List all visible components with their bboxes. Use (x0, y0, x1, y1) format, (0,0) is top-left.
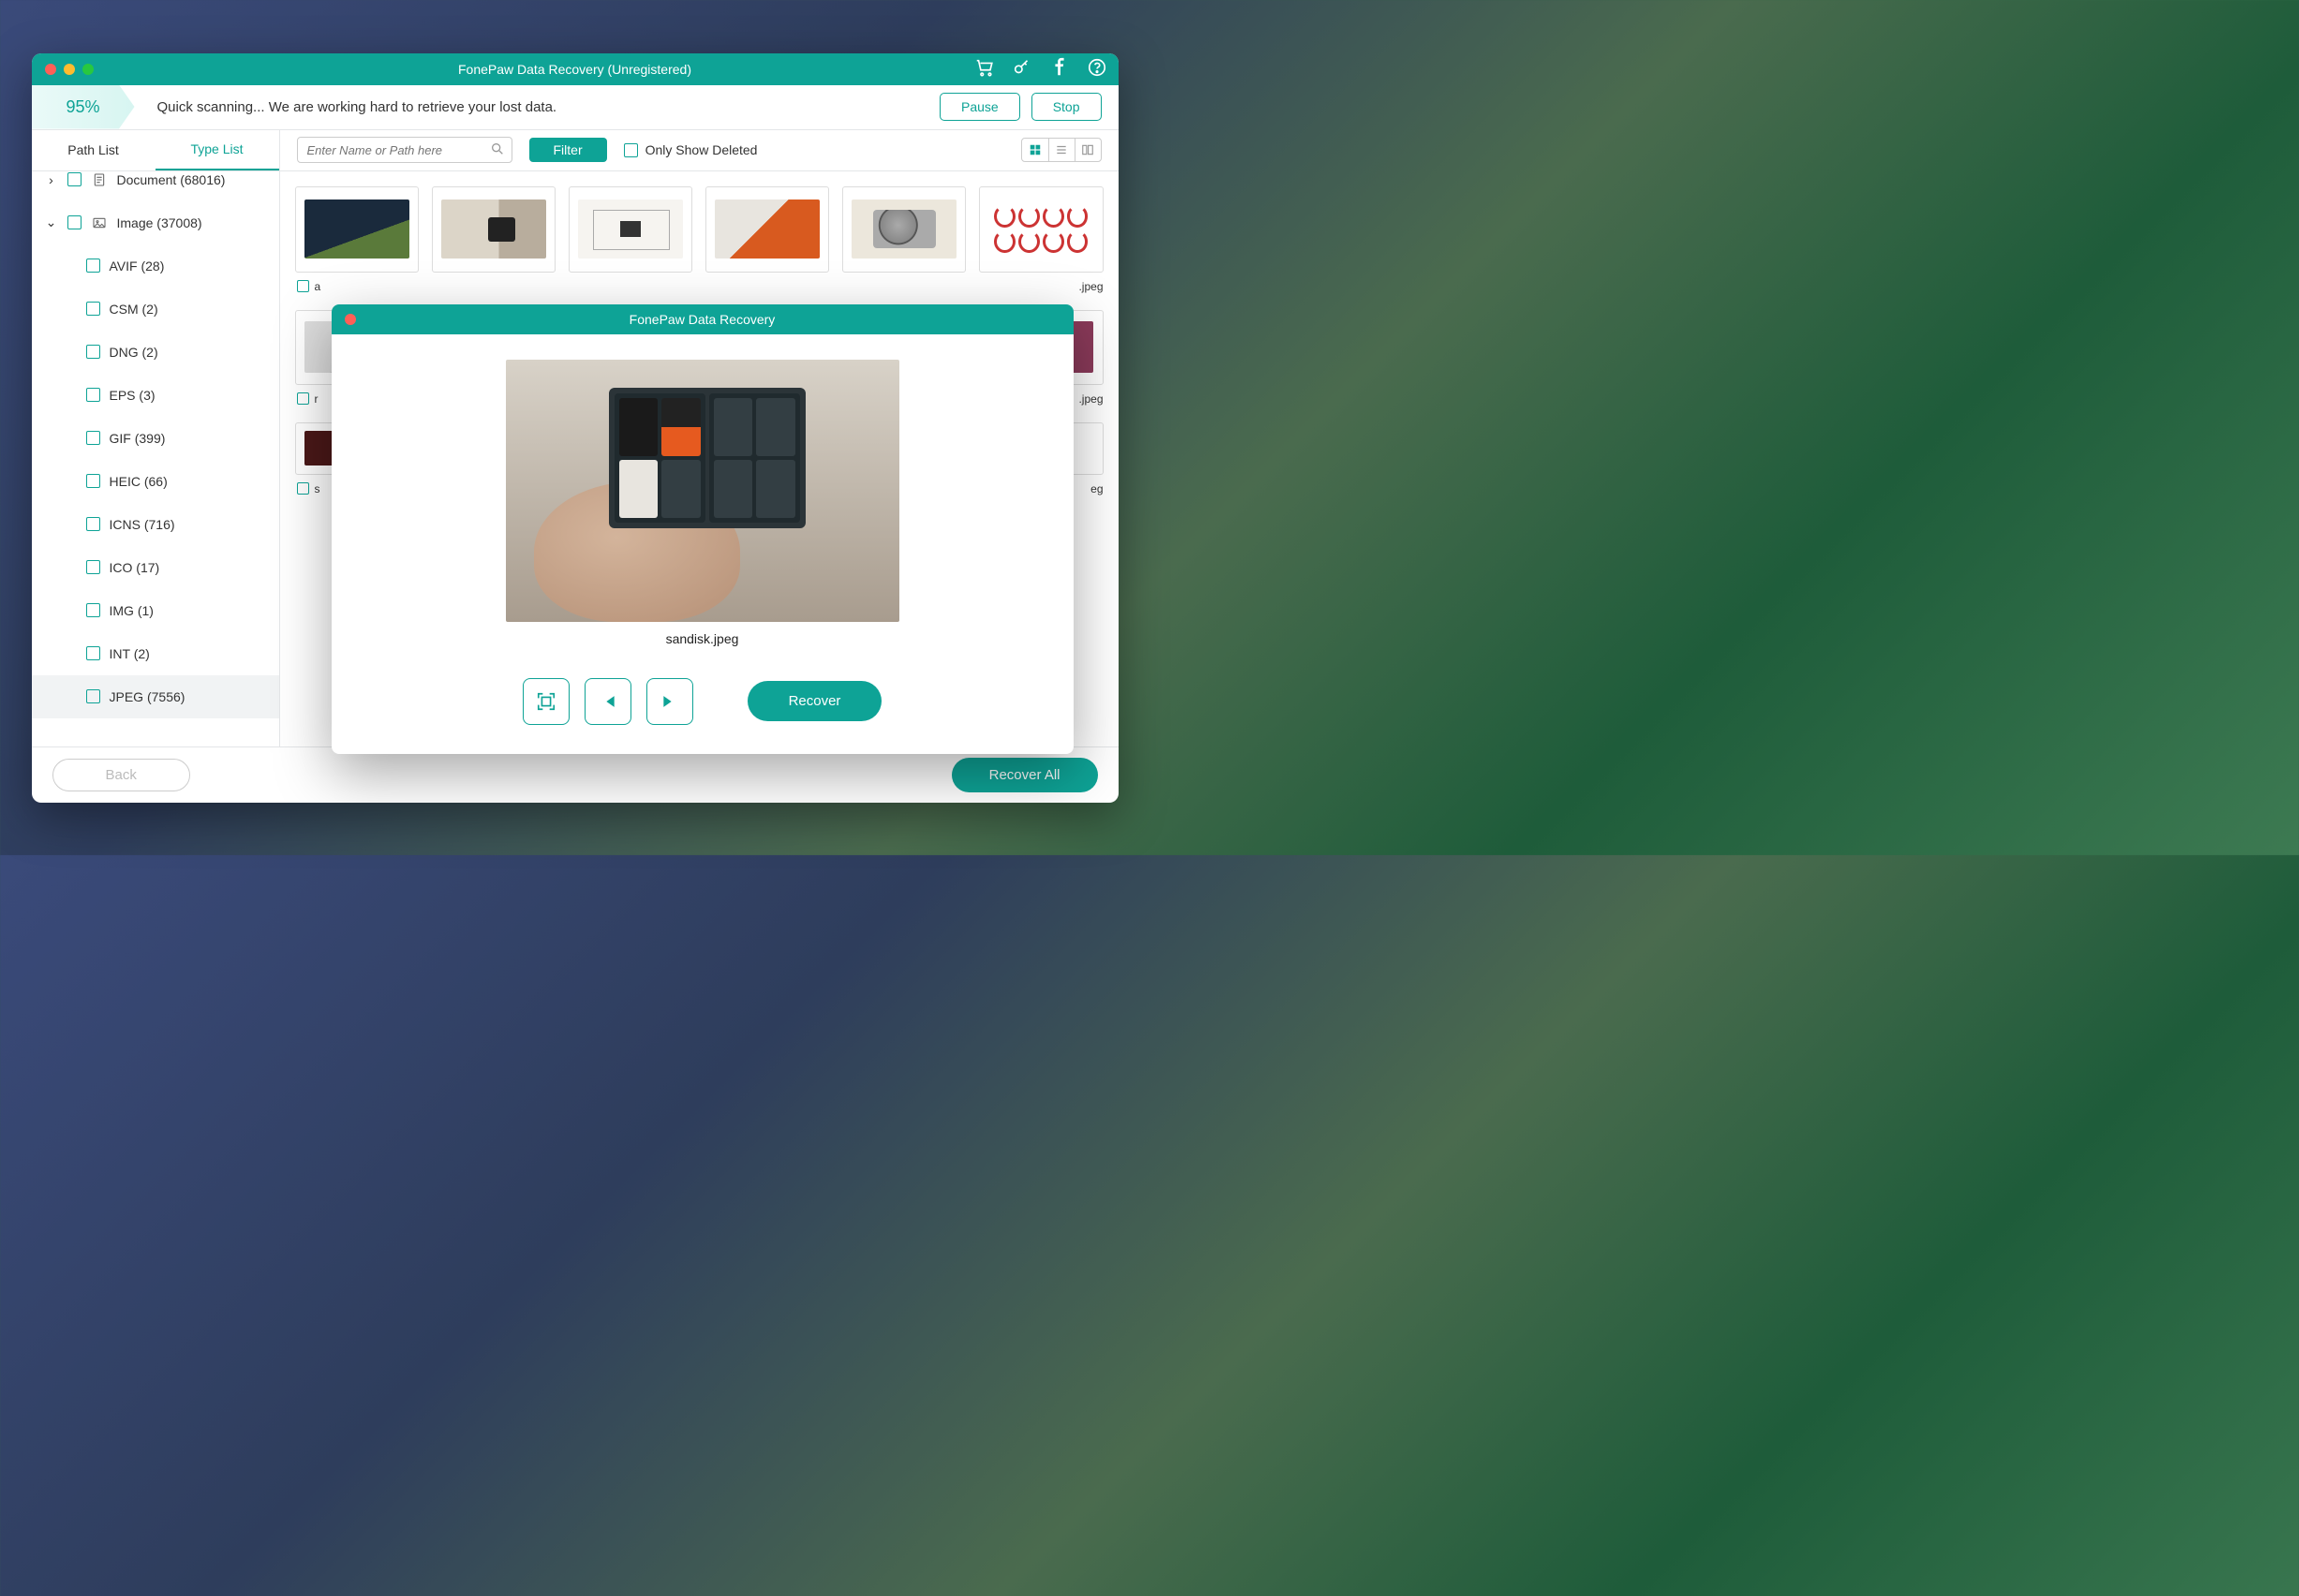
grid-item[interactable] (842, 186, 966, 293)
tab-path-list[interactable]: Path List (32, 130, 156, 170)
checkbox[interactable] (86, 259, 100, 273)
sidebar: Path List Type List › Document (68016) ⌄… (32, 130, 280, 746)
checkbox[interactable] (67, 215, 82, 229)
tree-node-image[interactable]: ⌄ Image (37008) (32, 201, 279, 244)
detail-view-icon[interactable] (1075, 139, 1101, 161)
checkbox[interactable] (86, 474, 100, 488)
image-icon (91, 214, 108, 231)
window-title: FonePaw Data Recovery (Unregistered) (32, 62, 1119, 77)
titlebar: FonePaw Data Recovery (Unregistered) (32, 53, 1119, 85)
grid-item[interactable] (569, 186, 692, 293)
grid-item[interactable]: a (295, 186, 419, 293)
list-view-icon[interactable] (1048, 139, 1075, 161)
checkbox[interactable] (67, 172, 82, 186)
checkbox[interactable] (86, 302, 100, 316)
tree-item-csm[interactable]: CSM (2) (32, 288, 279, 331)
search-input-wrap (297, 137, 512, 163)
checkbox[interactable] (297, 280, 309, 292)
checkbox[interactable] (624, 143, 638, 157)
scan-status-text: Quick scanning... We are working hard to… (135, 99, 940, 115)
fullscreen-icon[interactable] (523, 678, 570, 725)
scan-percent: 95% (32, 85, 135, 129)
previous-icon[interactable] (585, 678, 631, 725)
checkbox[interactable] (86, 388, 100, 402)
document-icon (91, 171, 108, 188)
next-icon[interactable] (646, 678, 693, 725)
grid-view-icon[interactable] (1022, 139, 1048, 161)
search-icon[interactable] (490, 141, 505, 161)
checkbox[interactable] (297, 392, 309, 405)
filter-button[interactable]: Filter (529, 138, 607, 162)
footer: Back Recover All (32, 746, 1119, 803)
checkbox[interactable] (86, 689, 100, 703)
tree-item-dng[interactable]: DNG (2) (32, 331, 279, 374)
tab-type-list[interactable]: Type List (156, 130, 279, 170)
preview-filename: sandisk.jpeg (666, 631, 739, 646)
search-input[interactable] (297, 137, 512, 163)
cart-icon[interactable] (974, 57, 995, 81)
preview-title: FonePaw Data Recovery (332, 312, 1074, 327)
tree-item-ico[interactable]: ICO (17) (32, 546, 279, 589)
only-show-deleted-toggle[interactable]: Only Show Deleted (624, 142, 758, 157)
grid-item[interactable]: .jpeg (979, 186, 1103, 293)
checkbox[interactable] (86, 646, 100, 660)
view-mode-toggle (1021, 138, 1102, 162)
facebook-icon[interactable] (1049, 57, 1070, 81)
key-icon[interactable] (1012, 57, 1032, 81)
preview-titlebar: FonePaw Data Recovery (332, 304, 1074, 334)
tree-item-heic[interactable]: HEIC (66) (32, 460, 279, 503)
tree-item-eps[interactable]: EPS (3) (32, 374, 279, 417)
grid-item[interactable] (432, 186, 556, 293)
file-type-tree: › Document (68016) ⌄ Image (37008) AVIF … (32, 171, 279, 746)
tree-item-img[interactable]: IMG (1) (32, 589, 279, 632)
main-window: FonePaw Data Recovery (Unregistered) 95%… (32, 53, 1119, 803)
back-button[interactable]: Back (52, 759, 190, 791)
tree-item-gif[interactable]: GIF (399) (32, 417, 279, 460)
recover-button[interactable]: Recover (748, 681, 883, 721)
preview-window: FonePaw Data Recovery sandisk.jpeg Recov… (332, 304, 1074, 754)
grid-item[interactable] (705, 186, 829, 293)
checkbox[interactable] (297, 482, 309, 495)
recover-all-button[interactable]: Recover All (952, 758, 1098, 792)
checkbox[interactable] (86, 517, 100, 531)
checkbox[interactable] (86, 431, 100, 445)
tree-item-int[interactable]: INT (2) (32, 632, 279, 675)
scan-status-bar: 95% Quick scanning... We are working har… (32, 85, 1119, 130)
checkbox[interactable] (86, 560, 100, 574)
stop-button[interactable]: Stop (1031, 93, 1102, 121)
checkbox[interactable] (86, 603, 100, 617)
chevron-down-icon[interactable]: ⌄ (45, 214, 58, 230)
help-icon[interactable] (1087, 57, 1107, 81)
chevron-right-icon[interactable]: › (45, 172, 58, 187)
toolbar: Filter Only Show Deleted (280, 130, 1119, 171)
tree-item-jpeg[interactable]: JPEG (7556) (32, 675, 279, 718)
preview-image (506, 360, 899, 622)
checkbox[interactable] (86, 345, 100, 359)
tree-item-avif[interactable]: AVIF (28) (32, 244, 279, 288)
tree-node-document[interactable]: › Document (68016) (32, 171, 279, 201)
pause-button[interactable]: Pause (940, 93, 1020, 121)
tree-item-icns[interactable]: ICNS (716) (32, 503, 279, 546)
